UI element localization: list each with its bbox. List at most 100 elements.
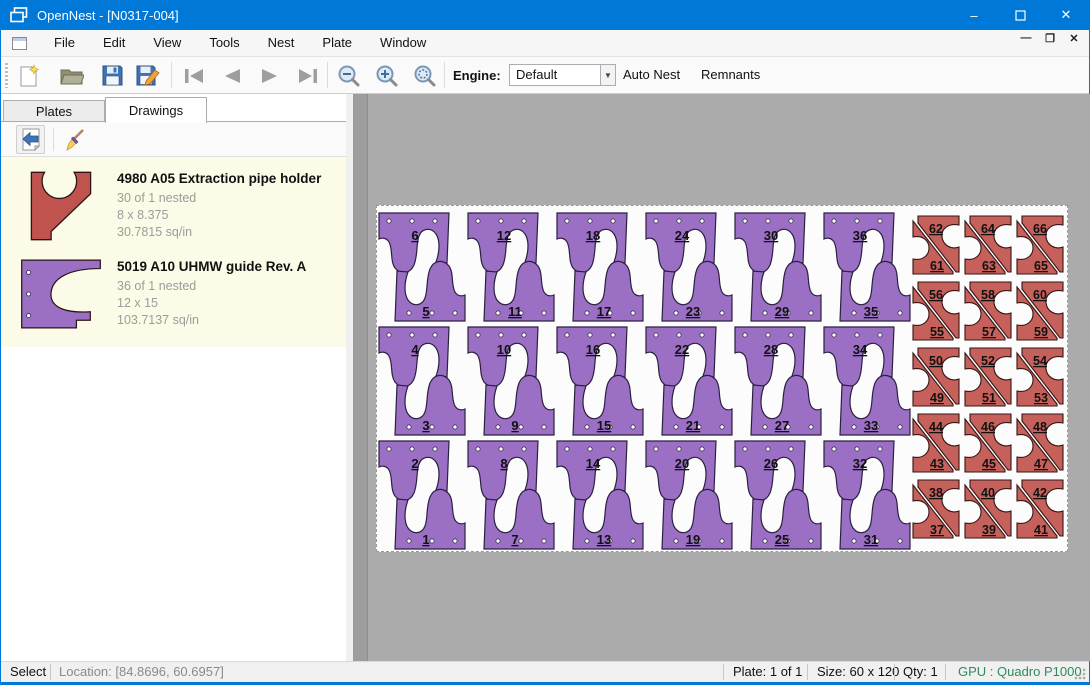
part-number: 20: [675, 456, 689, 471]
nest-part-pair-red[interactable]: 4443: [913, 414, 959, 472]
drawing-item[interactable]: 5019 A10 UHMW guide Rev. A36 of 1 nested…: [1, 251, 346, 339]
pilot-hole: [832, 219, 836, 223]
pilot-hole: [898, 311, 902, 315]
drawing-title: 4980 A05 Extraction pipe holder: [117, 171, 321, 186]
new-file-button[interactable]: [14, 61, 44, 90]
pilot-hole: [387, 219, 391, 223]
nest-part-pair-purple[interactable]: 3231: [824, 441, 910, 549]
nest-part-pair-purple[interactable]: 2423: [646, 213, 732, 321]
nest-part-pair-red[interactable]: 6665: [1017, 216, 1063, 274]
nest-part-pair-red[interactable]: 5049: [913, 348, 959, 406]
part-number: 51: [982, 391, 996, 405]
nest-part-pair-red[interactable]: 3837: [913, 480, 959, 538]
tab-drawings[interactable]: Drawings: [105, 97, 207, 123]
nest-part-pair-purple[interactable]: 21: [379, 441, 465, 549]
nest-canvas[interactable]: 6512111817242330293635431091615222128273…: [353, 94, 1090, 661]
nest-part-pair-red[interactable]: 5655: [913, 282, 959, 340]
nest-part-pair-purple[interactable]: 1817: [557, 213, 643, 321]
nest-part-pair-purple[interactable]: 87: [468, 441, 554, 549]
save-icon: [101, 64, 124, 87]
nest-part-pair-red[interactable]: 52 51: [965, 348, 1011, 406]
zoom-in-button[interactable]: [372, 61, 402, 90]
zoom-fit-button[interactable]: [410, 61, 440, 90]
next-plate-button[interactable]: [255, 61, 285, 90]
nest-part-pair-red[interactable]: 5453: [1017, 348, 1063, 406]
pilot-hole: [674, 425, 678, 429]
part-number: 66: [1033, 222, 1047, 236]
plate[interactable]: 6512111817242330293635431091615222128273…: [376, 205, 1068, 552]
resize-grip-icon[interactable]: [1074, 668, 1086, 680]
nest-part-pair-red[interactable]: 6463: [965, 216, 1011, 274]
pilot-hole: [763, 539, 767, 543]
nest-part-pair-purple[interactable]: 109: [468, 327, 554, 435]
nest-part-pair-red[interactable]: 4241: [1017, 480, 1063, 538]
previous-plate-button[interactable]: [217, 61, 247, 90]
mdi-child-icon[interactable]: [12, 37, 27, 50]
nest-part-pair-purple[interactable]: 65: [379, 213, 465, 321]
panel-splitter[interactable]: [346, 94, 353, 661]
nest-part-pair-purple[interactable]: 43: [379, 327, 465, 435]
nest-part-pair-red[interactable]: 4847: [1017, 414, 1063, 472]
nest-part-pair-red[interactable]: 6261: [913, 216, 959, 274]
nest-part-pair-purple[interactable]: 2221: [646, 327, 732, 435]
menu-item-edit[interactable]: Edit: [89, 30, 139, 57]
pilot-hole: [542, 311, 546, 315]
menu-item-nest[interactable]: Nest: [254, 30, 309, 57]
pilot-hole: [852, 539, 856, 543]
open-file-button[interactable]: [56, 61, 86, 90]
mdi-minimize-icon[interactable]: —: [1017, 32, 1035, 45]
mdi-close-icon[interactable]: ✕: [1065, 32, 1083, 45]
minimize-icon[interactable]: –: [951, 0, 997, 30]
drawing-area: 30.7815 sq/in: [117, 224, 321, 241]
drawing-size: 8 x 8.375: [117, 207, 321, 224]
part-number: 23: [686, 304, 700, 319]
auto-nest-button[interactable]: Auto Nest: [623, 67, 680, 82]
tab-plates[interactable]: Plates: [3, 100, 105, 122]
part-number: 52: [981, 354, 995, 368]
nest-part-pair-purple[interactable]: 1211: [468, 213, 554, 321]
nest-part-pair-red[interactable]: 6059: [1017, 282, 1063, 340]
close-icon[interactable]: ✕: [1043, 0, 1089, 30]
nest-part-pair-purple[interactable]: 1615: [557, 327, 643, 435]
menu-item-plate[interactable]: Plate: [308, 30, 366, 57]
part-number: 53: [1034, 391, 1048, 405]
pilot-hole: [674, 539, 678, 543]
engine-select[interactable]: Default: [509, 64, 601, 86]
save-button[interactable]: [97, 61, 127, 90]
menu-item-window[interactable]: Window: [366, 30, 440, 57]
engine-dropdown-arrow-icon[interactable]: ▼: [601, 64, 616, 86]
zoom-out-button[interactable]: [334, 61, 364, 90]
remnants-button[interactable]: Remnants: [701, 67, 760, 82]
part-number: 42: [1033, 486, 1047, 500]
last-plate-button[interactable]: [293, 61, 323, 90]
mdi-restore-icon[interactable]: ❐: [1041, 32, 1059, 45]
pilot-hole: [766, 447, 770, 451]
nest-part-pair-red[interactable]: 4039: [965, 480, 1011, 538]
part-number: 47: [1034, 457, 1048, 471]
menu-item-file[interactable]: File: [40, 30, 89, 57]
first-plate-button[interactable]: [179, 61, 209, 90]
menu-item-tools[interactable]: Tools: [195, 30, 253, 57]
nest-part-pair-purple[interactable]: 3433: [824, 327, 910, 435]
nest-part-pair-purple[interactable]: 1413: [557, 441, 643, 549]
menu-item-view[interactable]: View: [139, 30, 195, 57]
save-as-button[interactable]: [132, 61, 162, 90]
import-drawing-button[interactable]: [16, 125, 45, 154]
drawing-item[interactable]: 4980 A05 Extraction pipe holder30 of 1 n…: [1, 163, 346, 251]
nest-part-pair-purple[interactable]: 2019: [646, 441, 732, 549]
nest-part-pair-purple[interactable]: 3635: [824, 213, 910, 321]
pilot-hole: [631, 539, 635, 543]
part-number: 35: [864, 304, 878, 319]
nest-part-pair-red[interactable]: 4645: [965, 414, 1011, 472]
part-number: 56: [929, 288, 943, 302]
nest-part-pair-purple[interactable]: 2827: [735, 327, 821, 435]
nest-part-pair-red[interactable]: 5857: [965, 282, 1011, 340]
nest-part-pair-purple[interactable]: 2625: [735, 441, 821, 549]
nest-part-pair-purple[interactable]: 3029: [735, 213, 821, 321]
clean-drawings-button[interactable]: [59, 125, 88, 154]
drawing-size: 12 x 15: [117, 295, 306, 312]
drawings-toolbar: [1, 122, 346, 157]
pilot-hole: [631, 311, 635, 315]
maximize-icon[interactable]: [997, 0, 1043, 30]
pilot-hole: [430, 311, 434, 315]
